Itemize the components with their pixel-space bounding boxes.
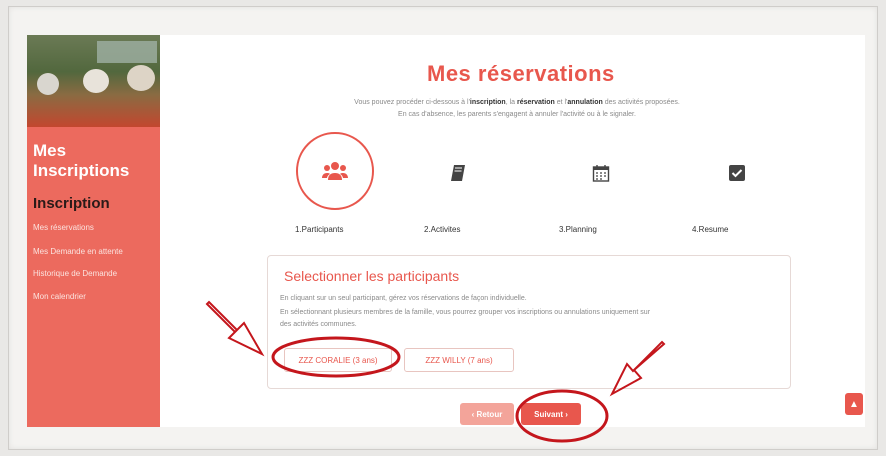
sidebar-title: Mes Inscriptions (33, 141, 130, 180)
sidebar-item-reservations[interactable]: Mes réservations (33, 223, 94, 232)
sidebar-item-pending-requests[interactable]: Mes Demande en attente (33, 247, 123, 256)
step-resume[interactable] (719, 155, 755, 191)
arrow-up-icon: ▲ (849, 398, 859, 410)
panel-title: Selectionner les participants (284, 268, 460, 284)
step-planning[interactable] (583, 155, 619, 191)
users-icon (322, 162, 348, 180)
step-label-resume: 4.Resume (692, 225, 729, 234)
page-title: Mes réservations (427, 61, 615, 86)
panel-help-2: En sélectionnant plusieurs membres de la… (280, 309, 651, 316)
scroll-top-button[interactable]: ▲ (845, 393, 863, 415)
sidebar-item-calendar[interactable]: Mon calendrier (33, 292, 86, 301)
step-label-participants: 1.Participants (295, 225, 344, 234)
check-square-icon (729, 165, 745, 181)
sidebar: Mes Inscriptions Inscription Mes réserva… (27, 35, 160, 427)
panel-help-1: En cliquant sur un seul participant, gér… (280, 295, 527, 302)
calendar-icon (592, 165, 610, 182)
sidebar-section-title: Inscription (33, 195, 110, 212)
participant-willy[interactable]: ZZZ WILLY (7 ans) (404, 348, 514, 372)
app-screen: Mes Inscriptions Inscription Mes réserva… (27, 35, 865, 427)
participant-coralie[interactable]: ZZZ CORALIE (3 ans) (284, 348, 392, 372)
step-activites[interactable] (441, 155, 477, 191)
intro-text: Vous pouvez procéder ci-dessous à l'insc… (354, 99, 680, 118)
sidebar-photo (27, 35, 160, 127)
book-icon (451, 165, 465, 181)
sidebar-item-request-history[interactable]: Historique de Demande (33, 269, 117, 278)
next-button[interactable]: Suivant › (521, 403, 581, 425)
step-label-activites: 2.Activites (424, 225, 461, 234)
step-label-planning: 3.Planning (559, 225, 597, 234)
back-button[interactable]: ‹ Retour (460, 403, 514, 425)
step-participants[interactable] (296, 132, 374, 210)
participants-panel: Selectionner les participants En cliquan… (267, 255, 791, 389)
panel-help-3: des activités communes. (280, 321, 357, 328)
